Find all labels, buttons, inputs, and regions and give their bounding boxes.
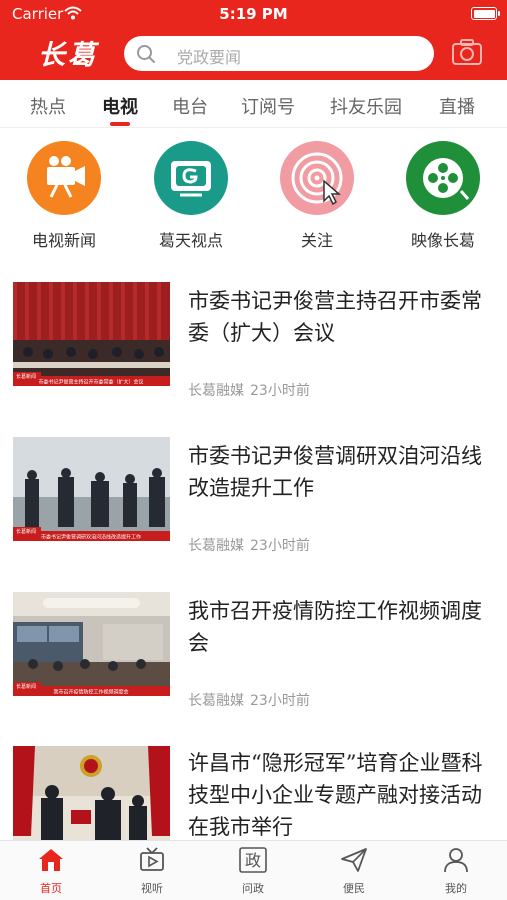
news-time: 23小时前	[250, 383, 310, 399]
target-cursor-icon	[280, 141, 354, 215]
active-tab-indicator	[110, 122, 130, 126]
search-placeholder: 党政要闻	[177, 48, 242, 67]
nav-label: 视听	[141, 882, 163, 895]
news-time: 23小时前	[250, 693, 310, 709]
tv-camera-icon	[27, 141, 101, 215]
news-thumbnail: 长葛新闻 市委书记尹俊营主持召开市委常委（扩大）会议	[13, 282, 170, 400]
thumbnail-caption: 市委书记尹俊营主持召开市委常委（扩大）会议	[38, 379, 143, 386]
search-bar[interactable]: 党政要闻	[124, 36, 434, 71]
tv-screen-icon	[154, 141, 228, 215]
news-item[interactable]: 长葛新闻 我市召开疫情防控工作视频调度会 我市召开疫情防控工作视频调度会 长葛融…	[0, 590, 507, 745]
search-icon	[137, 45, 155, 63]
news-thumbnail: 长葛新闻 市委书记尹俊营调研双洎河沿线改造提升工作	[13, 437, 170, 555]
news-meta: 长葛融媒 23小时前	[188, 690, 310, 710]
news-source: 长葛融媒	[188, 693, 244, 709]
camera-icon[interactable]	[451, 38, 483, 66]
news-thumbnail	[13, 746, 170, 840]
clock: 5:19 PM	[219, 5, 288, 23]
channel-tv-news[interactable]: 电视新闻	[14, 141, 114, 251]
nav-politics[interactable]: 政 问政	[223, 847, 283, 896]
app-header: Carrier 5:19 PM 长葛 党政要闻	[0, 0, 507, 80]
tab-radio[interactable]: 电台	[172, 93, 208, 119]
tab-hot[interactable]: 热点	[30, 93, 66, 119]
channel-follow[interactable]: 关注	[267, 141, 367, 251]
news-meta: 长葛融媒 23小时前	[188, 535, 310, 555]
thumbnail-caption: 我市召开疫情防控工作视频调度会	[53, 689, 128, 696]
tab-tv[interactable]: 电视	[102, 93, 138, 119]
news-item[interactable]: 许昌市“隐形冠军”培育企业暨科技型中小企业专题产融对接活动在我市举行	[0, 744, 507, 840]
news-source: 长葛融媒	[188, 538, 244, 554]
news-title: 市委书记尹俊营主持召开市委常委（扩大）会议	[188, 289, 482, 345]
nav-services[interactable]: 便民	[324, 847, 384, 896]
news-item[interactable]: 长葛新闻 市委书记尹俊营主持召开市委常委（扩大）会议 市委书记尹俊营主持召开市委…	[0, 280, 507, 435]
channel-images[interactable]: 映像长葛	[393, 141, 493, 251]
tab-subscriptions[interactable]: 订阅号	[241, 93, 295, 119]
zheng-icon: 政	[239, 847, 267, 873]
nav-label: 首页	[40, 882, 62, 895]
news-title: 市委书记尹俊营调研双洎河沿线改造提升工作	[188, 444, 482, 500]
news-title: 许昌市“隐形冠军”培育企业暨科技型中小企业专题产融对接活动在我市举行	[188, 751, 483, 839]
channel-getian[interactable]: 葛天视点	[141, 141, 241, 251]
nav-label: 问政	[242, 882, 264, 895]
tab-live[interactable]: 直播	[439, 93, 475, 119]
nav-label: 我的	[445, 882, 467, 895]
news-time: 23小时前	[250, 538, 310, 554]
nav-home[interactable]: 首页	[21, 847, 81, 896]
thumbnail-tag: 长葛新闻	[16, 373, 36, 380]
tab-douyou[interactable]: 抖友乐园	[330, 93, 402, 119]
nav-media[interactable]: 视听	[122, 847, 182, 896]
news-source: 长葛融媒	[188, 383, 244, 399]
bottom-nav: 首页 视听 政 问政 便民 我的	[0, 840, 507, 900]
news-thumbnail: 长葛新闻 我市召开疫情防控工作视频调度会	[13, 592, 170, 710]
film-reel-icon	[406, 141, 480, 215]
app-logo: 长葛	[38, 40, 98, 71]
battery-icon	[471, 7, 500, 20]
news-title: 我市召开疫情防控工作视频调度会	[188, 599, 482, 655]
status-bar: Carrier 5:19 PM	[0, 0, 507, 28]
news-item[interactable]: 长葛新闻 市委书记尹俊营调研双洎河沿线改造提升工作 市委书记尹俊营调研双洎河沿线…	[0, 435, 507, 590]
thumbnail-tag: 长葛新闻	[16, 528, 36, 535]
channel-label: 葛天视点	[158, 231, 223, 250]
thumbnail-caption: 市委书记尹俊营调研双洎河沿线改造提升工作	[41, 534, 141, 541]
user-icon	[444, 848, 468, 873]
nav-label: 便民	[343, 882, 365, 895]
nav-profile[interactable]: 我的	[426, 847, 486, 896]
send-icon	[341, 848, 367, 872]
tv-play-icon	[140, 847, 164, 871]
channel-label: 映像长葛	[410, 231, 475, 250]
home-icon	[39, 849, 63, 871]
channel-label: 电视新闻	[31, 231, 96, 250]
zheng-glyph: 政	[245, 851, 261, 870]
category-tabs: 热点 电视 电台 订阅号 抖友乐园 直播	[0, 80, 507, 128]
channel-label: 关注	[300, 231, 333, 250]
thumbnail-tag: 长葛新闻	[16, 683, 36, 690]
news-meta: 长葛融媒 23小时前	[188, 380, 310, 400]
